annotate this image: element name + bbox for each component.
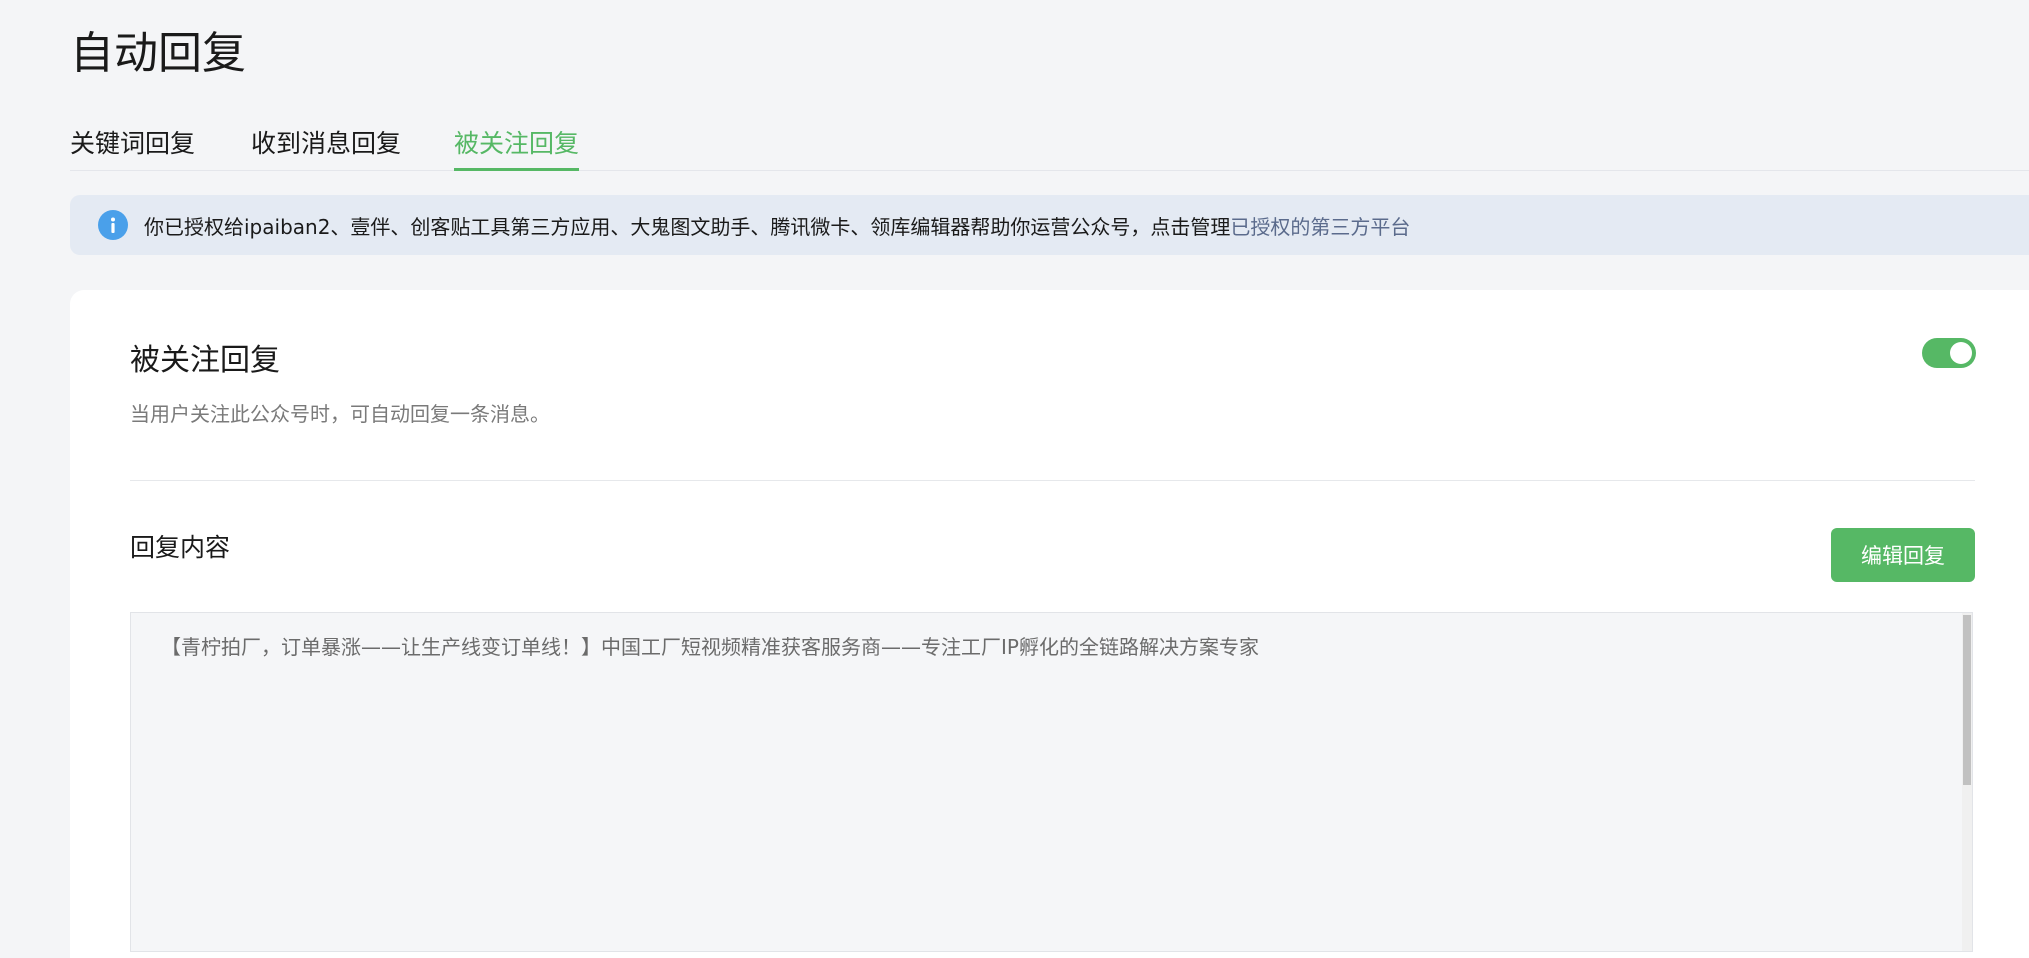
info-icon — [98, 210, 128, 240]
tab-keyword-reply[interactable]: 关键词回复 — [70, 126, 195, 162]
follow-reply-card: 被关注回复 当用户关注此公众号时，可自动回复一条消息。 回复内容 编辑回复 【青… — [70, 290, 2029, 958]
reply-scrollbar[interactable] — [1962, 613, 1972, 951]
notice-text: 你已授权给ipaiban2、壹伴、创客贴工具第三方应用、大鬼图文助手、腾讯微卡、… — [144, 211, 1410, 240]
authorization-notice: 你已授权给ipaiban2、壹伴、创客贴工具第三方应用、大鬼图文助手、腾讯微卡、… — [70, 195, 2029, 255]
edit-reply-button[interactable]: 编辑回复 — [1831, 528, 1975, 582]
scrollbar-thumb[interactable] — [1963, 615, 1971, 785]
reply-content-label: 回复内容 — [130, 533, 231, 562]
section-description: 当用户关注此公众号时，可自动回复一条消息。 — [130, 402, 550, 426]
page-title: 自动回复 — [70, 28, 246, 79]
reply-content-box[interactable]: 【青柠拍厂，订单暴涨——让生产线变订单线！】中国工厂短视频精准获客服务商——专注… — [130, 612, 1973, 952]
toggle-knob — [1950, 342, 1972, 364]
tab-message-reply[interactable]: 收到消息回复 — [251, 126, 401, 162]
tab-bar: 关键词回复 收到消息回复 被关注回复 — [70, 120, 2029, 171]
tab-follow-reply[interactable]: 被关注回复 — [454, 126, 580, 171]
notice-message: 你已授权给ipaiban2、壹伴、创客贴工具第三方应用、大鬼图文助手、腾讯微卡、… — [144, 214, 1231, 239]
authorized-platforms-link[interactable]: 已授权的第三方平台 — [1230, 215, 1410, 239]
section-title: 被关注回复 — [130, 343, 280, 378]
reply-content-text: 【青柠拍厂，订单暴涨——让生产线变订单线！】中国工厂短视频精准获客服务商——专注… — [161, 635, 1259, 659]
follow-reply-toggle[interactable] — [1922, 338, 1976, 368]
divider — [130, 480, 1975, 481]
